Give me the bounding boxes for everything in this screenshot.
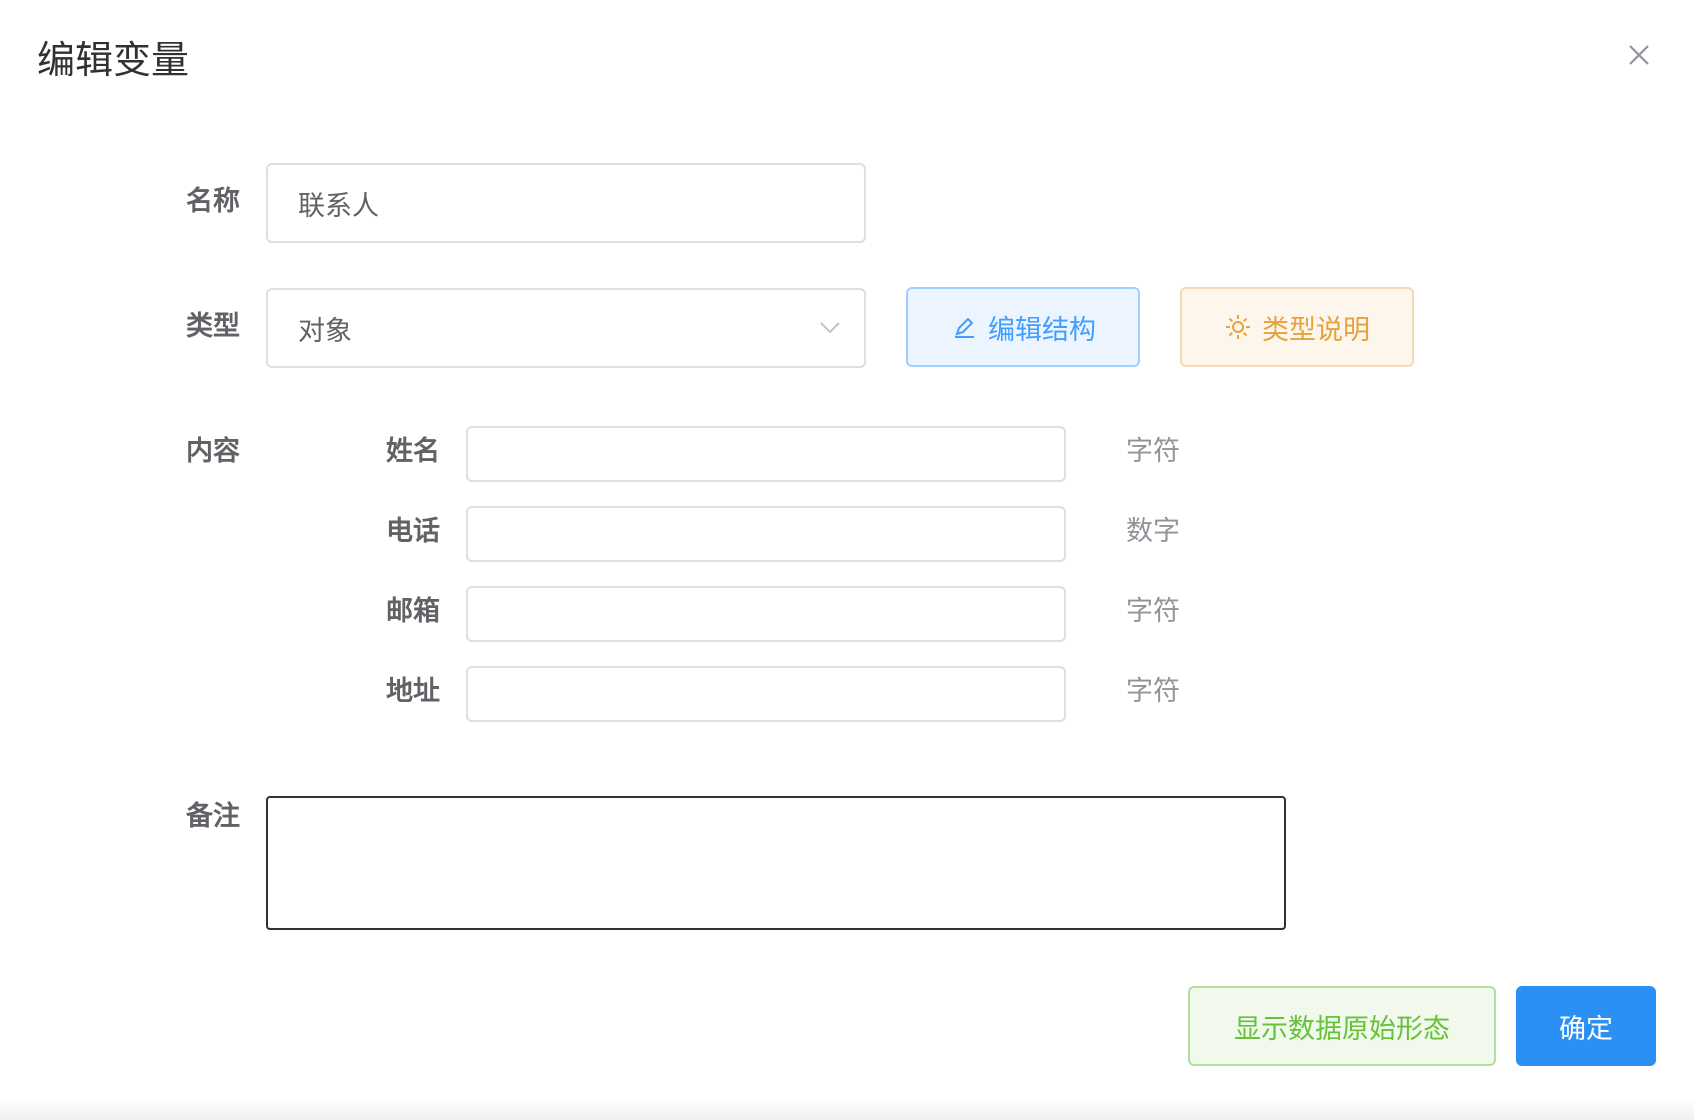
content-label: 内容 bbox=[186, 436, 240, 467]
field-label: 地址 bbox=[386, 676, 440, 707]
field-label: 姓名 bbox=[386, 436, 440, 467]
field-input-phone[interactable] bbox=[466, 506, 1066, 562]
field-input-email[interactable] bbox=[466, 586, 1066, 642]
edit-structure-label: 编辑结构 bbox=[988, 314, 1096, 346]
name-input-value: 联系人 bbox=[298, 190, 379, 222]
confirm-button[interactable]: 确定 bbox=[1516, 986, 1656, 1066]
field-label: 电话 bbox=[386, 516, 440, 547]
edit-variable-dialog: 编辑变量 名称 联系人 类型 对象 编辑结构 类型说明 内容 姓名 字符 电话 … bbox=[0, 0, 1694, 1120]
type-help-label: 类型说明 bbox=[1262, 314, 1370, 346]
edit-icon bbox=[950, 313, 978, 341]
type-label: 类型 bbox=[186, 311, 240, 342]
field-type: 字符 bbox=[1126, 436, 1180, 467]
remark-textarea[interactable] bbox=[266, 796, 1286, 930]
type-select-value: 对象 bbox=[298, 315, 352, 347]
type-help-button[interactable]: 类型说明 bbox=[1180, 287, 1414, 367]
show-raw-data-button[interactable]: 显示数据原始形态 bbox=[1188, 986, 1496, 1066]
field-label: 邮箱 bbox=[386, 596, 440, 627]
field-input-name[interactable] bbox=[466, 426, 1066, 482]
field-type: 字符 bbox=[1126, 676, 1180, 707]
type-select[interactable]: 对象 bbox=[266, 288, 866, 368]
name-label: 名称 bbox=[186, 186, 240, 217]
field-type: 数字 bbox=[1126, 516, 1180, 547]
chevron-down-icon bbox=[820, 322, 840, 334]
field-input-address[interactable] bbox=[466, 666, 1066, 722]
confirm-label: 确定 bbox=[1559, 1013, 1613, 1045]
close-button[interactable] bbox=[1622, 38, 1656, 72]
show-raw-data-label: 显示数据原始形态 bbox=[1234, 1013, 1450, 1045]
bottom-edge bbox=[0, 1098, 1694, 1120]
field-type: 字符 bbox=[1126, 596, 1180, 627]
name-input[interactable]: 联系人 bbox=[266, 163, 866, 243]
dialog-title: 编辑变量 bbox=[37, 38, 190, 82]
edit-structure-button[interactable]: 编辑结构 bbox=[906, 287, 1140, 367]
remark-label: 备注 bbox=[186, 801, 240, 832]
sun-icon bbox=[1224, 313, 1252, 341]
close-icon bbox=[1629, 45, 1649, 65]
